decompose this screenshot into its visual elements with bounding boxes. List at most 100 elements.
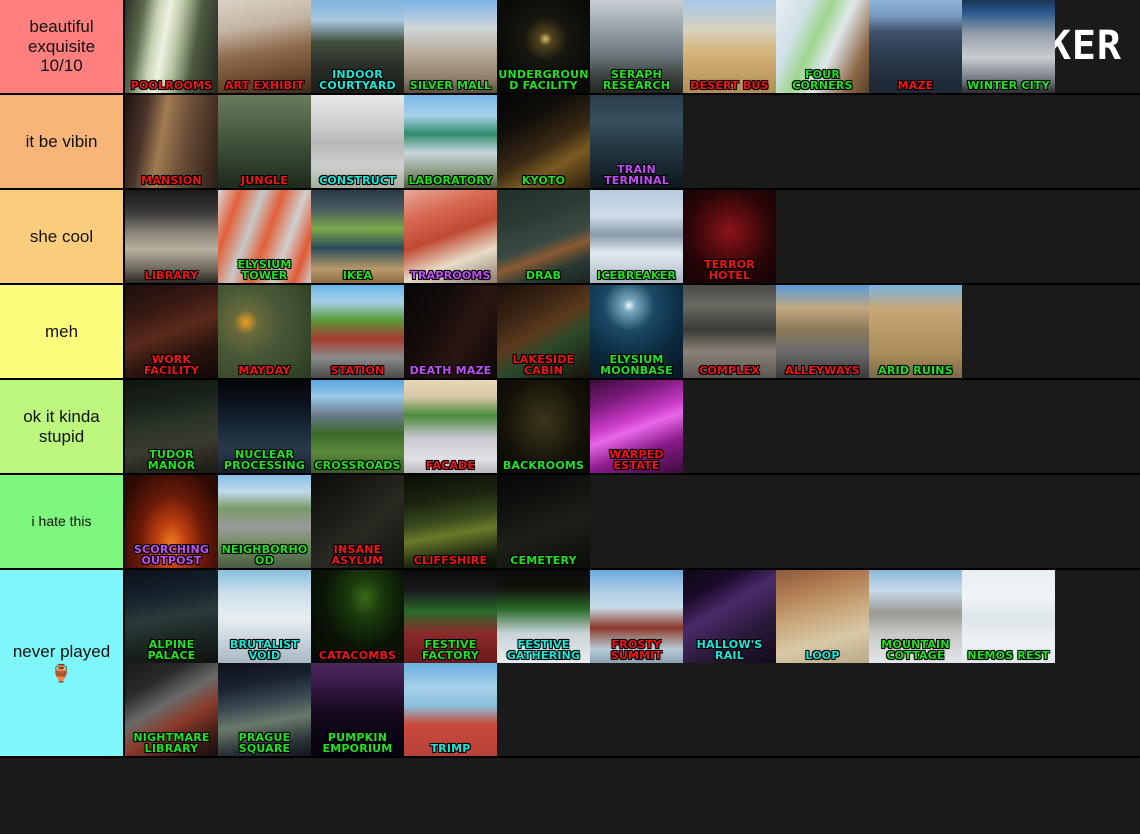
tier-item-tile[interactable]: WARPED ESTATE [590,380,683,473]
tier-label-5[interactable]: i hate this [0,475,125,568]
tier-item-tile[interactable]: ALPINE PALACE [125,570,218,663]
tile-caption: TRAIN TERMINAL [604,163,669,187]
tile-caption: TRAPROOMS [410,269,491,282]
tier-item-tile[interactable]: ICEBREAKER [590,190,683,283]
tier-item-tile[interactable]: MAZE [869,0,962,93]
tier-item-tile[interactable]: CATACOMBS [311,570,404,663]
tier-item-tile[interactable]: DEATH MAZE [404,285,497,378]
tile-caption: MOUNTAIN COTTAGE [881,638,950,662]
tile-caption: ALLEYWAYS [785,364,860,377]
tier-item-tile[interactable]: SILVER MALL [404,0,497,93]
tier-item-tile[interactable]: INSANE ASYLUM [311,475,404,568]
tier-item-tile[interactable]: CEMETERY [497,475,590,568]
tier-item-tile[interactable]: LOOP [776,570,869,663]
tier-item-tile[interactable]: WORK FACILITY [125,285,218,378]
tile-caption: WARPED ESTATE [609,448,664,472]
tier-item-tile[interactable]: COMPLEX [683,285,776,378]
tier-item-tile[interactable]: BACKROOMS [497,380,590,473]
tier-item-tile[interactable]: TERROR HOTEL [683,190,776,283]
tile-caption: ART EXHIBIT [224,79,305,92]
tier-item-tile[interactable]: STATION [311,285,404,378]
tier-item-tile[interactable]: ARID RUINS [869,285,962,378]
tile-caption: DRAB [525,269,562,282]
tier-item-tile[interactable]: NUCLEAR PROCESSING [218,380,311,473]
tier-label-emoji: 🏺 [50,664,73,683]
tile-caption: CEMETERY [510,554,577,567]
tile-caption: COMPLEX [699,364,760,377]
tier-item-tile[interactable]: INDOOR COURTYARD [311,0,404,93]
tier-row: ok it kinda stupid TUDOR MANOR NUCLEAR PRO… [0,380,1140,475]
tier-item-tile[interactable]: LABORATORY [404,95,497,188]
tier-label-4[interactable]: ok it kinda stupid [0,380,125,473]
tier-item-tile[interactable]: FESTIVE FACTORY [404,570,497,663]
tier-item-tile[interactable]: HALLOW'S RAIL [683,570,776,663]
tile-caption: LAKESIDE CABIN [512,353,575,377]
tier-item-tile[interactable]: ELYSIUM TOWER [218,190,311,283]
tier-item-tile[interactable]: WINTER CITY [962,0,1055,93]
tier-items: TUDOR MANOR NUCLEAR PROCESSING CROSSROADS F… [125,380,1140,473]
tier-row: beautiful exquisite 10/10 POOLROOMS ART EX… [0,0,1140,95]
tier-row: it be vibin MANSION JUNGLE CONSTRUCT LABORAT… [0,95,1140,190]
tier-item-tile[interactable]: MANSION [125,95,218,188]
tile-caption: DEATH MAZE [409,364,492,377]
tile-caption: MAZE [897,79,934,92]
tier-item-tile[interactable]: PUMPKIN EMPORIUM [311,663,404,756]
tier-item-tile[interactable]: POOLROOMS [125,0,218,93]
tier-item-tile[interactable]: TRAPROOMS [404,190,497,283]
tier-item-tile[interactable]: UNDERGROUND FACILITY [497,0,590,93]
tile-caption: FOUR CORNERS [792,68,853,92]
tile-caption: SCORCHING OUTPOST [133,543,210,567]
tier-item-tile[interactable]: SCORCHING OUTPOST [125,475,218,568]
tier-item-tile[interactable]: CROSSROADS [311,380,404,473]
tile-caption: TERROR HOTEL [704,258,755,282]
tier-label-6[interactable]: never played 🏺 [0,570,125,756]
tier-item-tile[interactable]: FROSTY SUMMIT [590,570,683,663]
tile-caption: MAYDAY [238,364,291,377]
tier-item-tile[interactable]: LAKESIDE CABIN [497,285,590,378]
tier-label-2[interactable]: she cool [0,190,125,283]
tier-item-tile[interactable]: FOUR CORNERS [776,0,869,93]
tier-label-text: it be vibin [25,131,98,151]
tier-item-tile[interactable]: LIBRARY [125,190,218,283]
tier-item-tile[interactable]: NEMOS REST [962,570,1055,663]
tier-item-tile[interactable]: MOUNTAIN COTTAGE [869,570,962,663]
tile-caption: POOLROOMS [130,79,213,92]
tier-label-3[interactable]: meh [0,285,125,378]
tier-item-tile[interactable]: ELYSIUM MOONBASE [590,285,683,378]
tile-caption: ELYSIUM MOONBASE [600,353,673,377]
tier-item-tile[interactable]: KYOTO [497,95,590,188]
tier-item-tile[interactable]: MAYDAY [218,285,311,378]
tier-item-tile[interactable]: DESERT BUS [683,0,776,93]
tier-row: meh WORK FACILITY MAYDAY STATION DEATH MAZE L… [0,285,1140,380]
tier-item-tile[interactable]: TRIMP [404,663,497,756]
tier-item-tile[interactable]: CONSTRUCT [311,95,404,188]
tile-caption: IKEA [342,269,373,282]
tier-items: MANSION JUNGLE CONSTRUCT LABORATORY KYOTO TRA… [125,95,1140,188]
tier-item-tile[interactable]: TUDOR MANOR [125,380,218,473]
tier-label-0[interactable]: beautiful exquisite 10/10 [0,0,125,93]
tile-caption: FESTIVE GATHERING [506,638,581,662]
tier-item-tile[interactable]: SERAPH RESEARCH [590,0,683,93]
tier-row: i hate this SCORCHING OUTPOST NEIGHBORHOOD… [0,475,1140,570]
tier-item-tile[interactable]: BRUTALIST VOID [218,570,311,663]
tier-item-tile[interactable]: ART EXHIBIT [218,0,311,93]
tier-item-tile[interactable]: CLIFFSHIRE [404,475,497,568]
tile-caption: WINTER CITY [967,79,1050,92]
tier-item-tile[interactable]: NEIGHBORHOOD [218,475,311,568]
tile-caption: NEMOS REST [967,649,1050,662]
tier-item-tile[interactable]: DRAB [497,190,590,283]
tier-item-tile[interactable]: JUNGLE [218,95,311,188]
tile-caption: INDOOR COURTYARD [319,68,396,92]
tier-item-tile[interactable]: TRAIN TERMINAL [590,95,683,188]
tier-item-tile[interactable]: PRAGUE SQUARE [218,663,311,756]
tier-label-text: she cool [29,226,94,246]
tier-label-text: meh [44,321,79,341]
tier-item-tile[interactable]: IKEA [311,190,404,283]
tier-item-tile[interactable]: ALLEYWAYS [776,285,869,378]
tier-item-tile[interactable]: FACADE [404,380,497,473]
tile-caption: BACKROOMS [502,459,585,472]
tier-item-tile[interactable]: NIGHTMARE LIBRARY [125,663,218,756]
tile-caption: CLIFFSHIRE [413,554,488,567]
tier-label-1[interactable]: it be vibin [0,95,125,188]
tier-item-tile[interactable]: FESTIVE GATHERING [497,570,590,663]
